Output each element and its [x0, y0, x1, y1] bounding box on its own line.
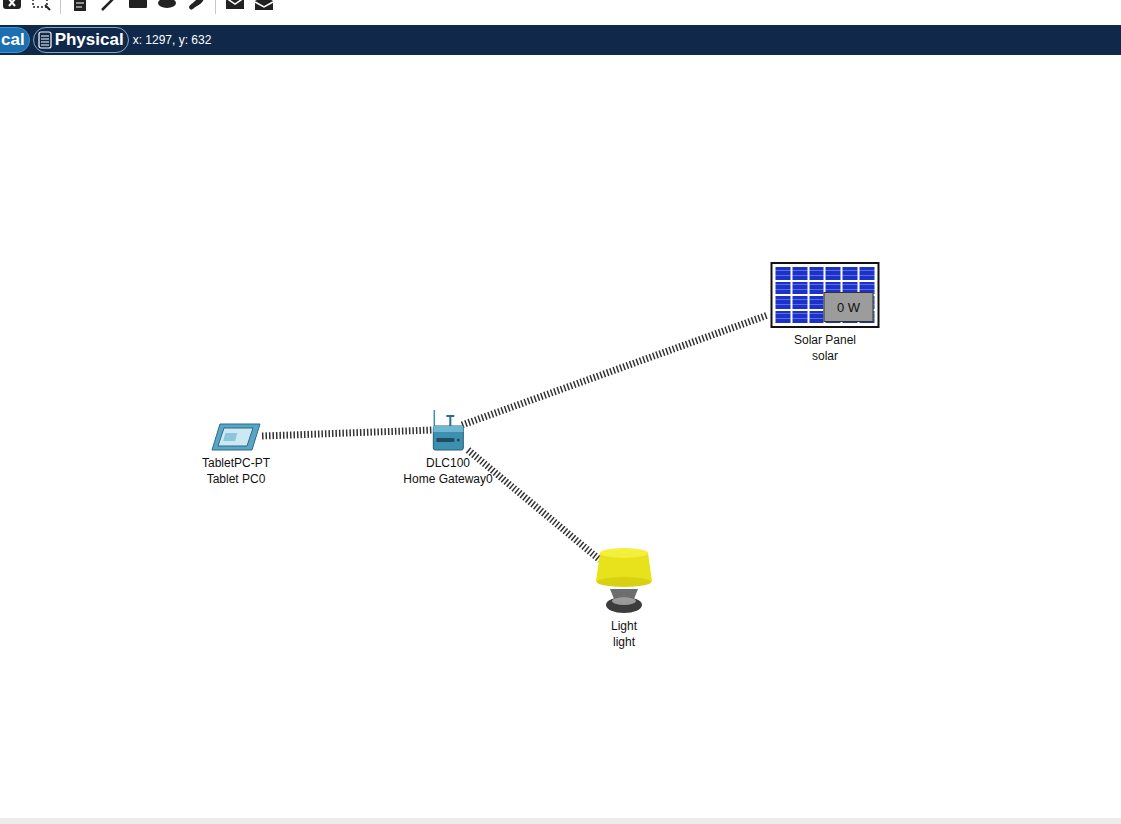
view-tab[interactable]: Physical	[33, 27, 129, 53]
device-name: solar	[812, 348, 838, 364]
view-bar: cal Physical x: 1297, y: 632	[0, 25, 1121, 55]
toolbar-separator	[60, 0, 61, 14]
wireless-link[interactable]	[468, 450, 600, 560]
device-node[interactable]: 0 W Solar Panel solar	[771, 262, 880, 364]
tablet-icon	[210, 423, 262, 451]
solar-cell	[843, 267, 858, 280]
delete-icon[interactable]	[2, 0, 22, 12]
device-node[interactable]: TabletPC-PT Tablet PC0	[202, 423, 270, 487]
device-node[interactable]: DLC100 Home Gateway0	[403, 410, 492, 487]
solar-panel-icon: 0 W	[771, 262, 880, 328]
cursor-position: x: 1297, y: 632	[132, 33, 212, 47]
toolbar	[0, 0, 1121, 19]
device-model: Light	[611, 618, 637, 634]
solar-cell	[826, 267, 841, 280]
bottom-strip	[0, 818, 1121, 824]
device-name: Tablet PC0	[207, 471, 266, 487]
links-layer	[0, 55, 1121, 818]
device-node[interactable]: Light light	[594, 545, 654, 650]
wireless-link[interactable]	[462, 315, 768, 425]
solar-cell	[809, 282, 824, 295]
solar-cell	[809, 267, 824, 280]
solar-cell	[776, 267, 791, 280]
view-tab-label: Physical	[55, 30, 124, 50]
freeform-icon[interactable]	[186, 0, 206, 12]
solar-cell	[792, 296, 807, 309]
solar-cell	[792, 311, 807, 324]
device-name: light	[613, 634, 635, 650]
line-icon[interactable]	[99, 0, 119, 12]
device-model: DLC100	[426, 455, 470, 471]
view-icon	[38, 31, 52, 49]
view-tab[interactable]: cal	[0, 27, 30, 53]
workspace-canvas[interactable]: TabletPC-PT Tablet PC0 DLC100 Home Gatew…	[0, 55, 1121, 818]
solar-cell	[809, 296, 824, 309]
rectangle-icon[interactable]	[128, 0, 148, 12]
complex-pdu-icon[interactable]	[254, 0, 274, 12]
wireless-link[interactable]	[262, 430, 432, 436]
solar-cell	[809, 311, 824, 324]
solar-cell	[776, 282, 791, 295]
toolbar-separator	[215, 0, 216, 14]
ellipse-icon[interactable]	[157, 0, 177, 12]
lamp-icon	[594, 545, 654, 615]
solar-cell	[860, 267, 875, 280]
simple-pdu-icon[interactable]	[225, 0, 245, 12]
power-readout: 0 W	[824, 292, 874, 322]
device-model: TabletPC-PT	[202, 455, 270, 471]
packet-tracer-workspace: cal Physical x: 1297, y: 632 TabletPC-PT…	[0, 0, 1121, 824]
solar-cell	[776, 311, 791, 324]
note-icon[interactable]	[70, 0, 90, 12]
select-area-icon[interactable]	[31, 0, 51, 12]
solar-cell	[792, 282, 807, 295]
solar-cell	[792, 267, 807, 280]
view-tab-label: cal	[1, 30, 25, 50]
device-model: Solar Panel	[794, 332, 856, 348]
home-gateway-icon	[430, 410, 466, 452]
solar-cell	[776, 296, 791, 309]
device-name: Home Gateway0	[403, 471, 492, 487]
